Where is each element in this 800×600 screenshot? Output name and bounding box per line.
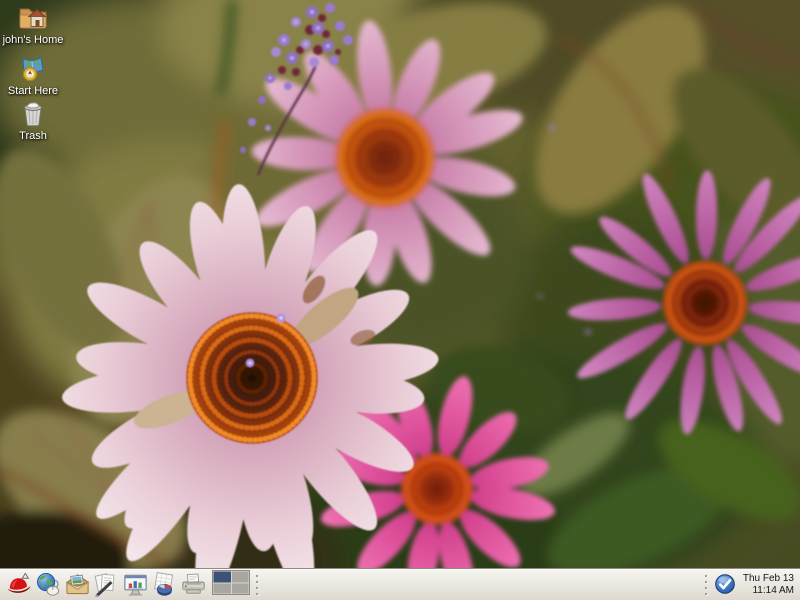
clock[interactable]: Thu Feb 13 11:14 AM xyxy=(741,573,796,596)
panel-drag-handle-right[interactable] xyxy=(703,572,711,598)
email-launcher[interactable] xyxy=(63,570,92,599)
desktop-icon-trash[interactable]: Trash xyxy=(0,100,66,142)
workspace-2[interactable] xyxy=(232,571,249,582)
trash-can-icon xyxy=(21,100,45,127)
panel-drag-handle-left[interactable] xyxy=(253,572,261,598)
update-notifier-button[interactable] xyxy=(713,573,737,597)
desktop: john's Home Start Here Trash xyxy=(0,0,800,600)
documents-with-pen-writer-icon xyxy=(93,571,120,598)
sheet-pie-chart-spreadsheet-icon xyxy=(151,571,178,598)
globe-with-mouse-browser-icon xyxy=(35,571,62,598)
red-hat-menu-icon xyxy=(6,571,33,598)
web-browser-launcher[interactable] xyxy=(34,570,63,599)
drag-handle-dots-icon xyxy=(703,572,710,597)
desktop-icon-johns-home[interactable]: john's Home xyxy=(0,3,66,46)
spreadsheet-launcher[interactable] xyxy=(150,570,179,599)
desktop-icon-label: Start Here xyxy=(8,85,58,97)
blue-check-update-notifier-icon xyxy=(714,573,736,595)
desktop-icon-label: john's Home xyxy=(3,34,64,46)
clock-time: 11:14 AM xyxy=(752,585,794,597)
printer-launcher[interactable] xyxy=(179,570,208,599)
main-menu-button[interactable] xyxy=(5,570,34,599)
printer-icon xyxy=(180,571,207,598)
workspace-4[interactable] xyxy=(232,583,249,593)
clock-date: Thu Feb 13 xyxy=(743,573,794,585)
home-folder-icon xyxy=(17,3,49,31)
envelope-with-photo-mail-icon xyxy=(64,571,91,598)
desktop-icon-label: Trash xyxy=(19,130,47,142)
bottom-panel: Thu Feb 13 11:14 AM xyxy=(0,568,800,600)
drag-handle-dots-icon xyxy=(254,572,261,597)
start-here-map-compass-icon xyxy=(20,56,46,82)
slide-bar-chart-presentation-icon xyxy=(122,571,149,598)
desktop-icon-start-here[interactable]: Start Here xyxy=(0,56,66,97)
wallpaper-photo xyxy=(0,0,800,568)
workspace-switcher xyxy=(212,570,250,600)
workspace-3[interactable] xyxy=(214,583,232,593)
presentation-launcher[interactable] xyxy=(121,570,150,599)
word-processor-launcher[interactable] xyxy=(92,570,121,599)
workspace-1[interactable] xyxy=(214,571,232,582)
